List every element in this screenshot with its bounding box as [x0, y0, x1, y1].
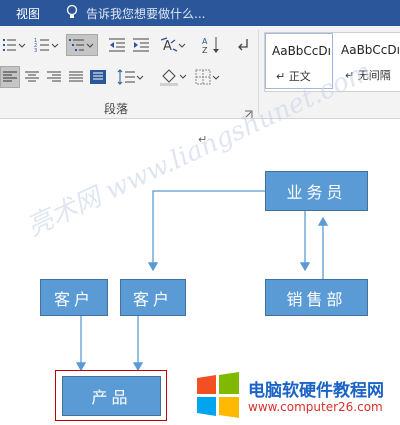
- windows-logo-icon: [195, 372, 241, 422]
- logo-title: 电脑软硬件教程网: [248, 381, 384, 401]
- node-salesman[interactable]: 业务员: [265, 171, 368, 211]
- connector-salesman-customer: [147, 190, 265, 272]
- connectors: [75, 190, 329, 372]
- node-product[interactable]: 产品: [62, 376, 161, 416]
- node-customer-1[interactable]: 客户: [40, 279, 108, 316]
- node-customer-2[interactable]: 客户: [120, 279, 186, 316]
- logo-url: www.computer26.com: [248, 400, 383, 414]
- node-sales-dept[interactable]: 销售部: [265, 279, 368, 316]
